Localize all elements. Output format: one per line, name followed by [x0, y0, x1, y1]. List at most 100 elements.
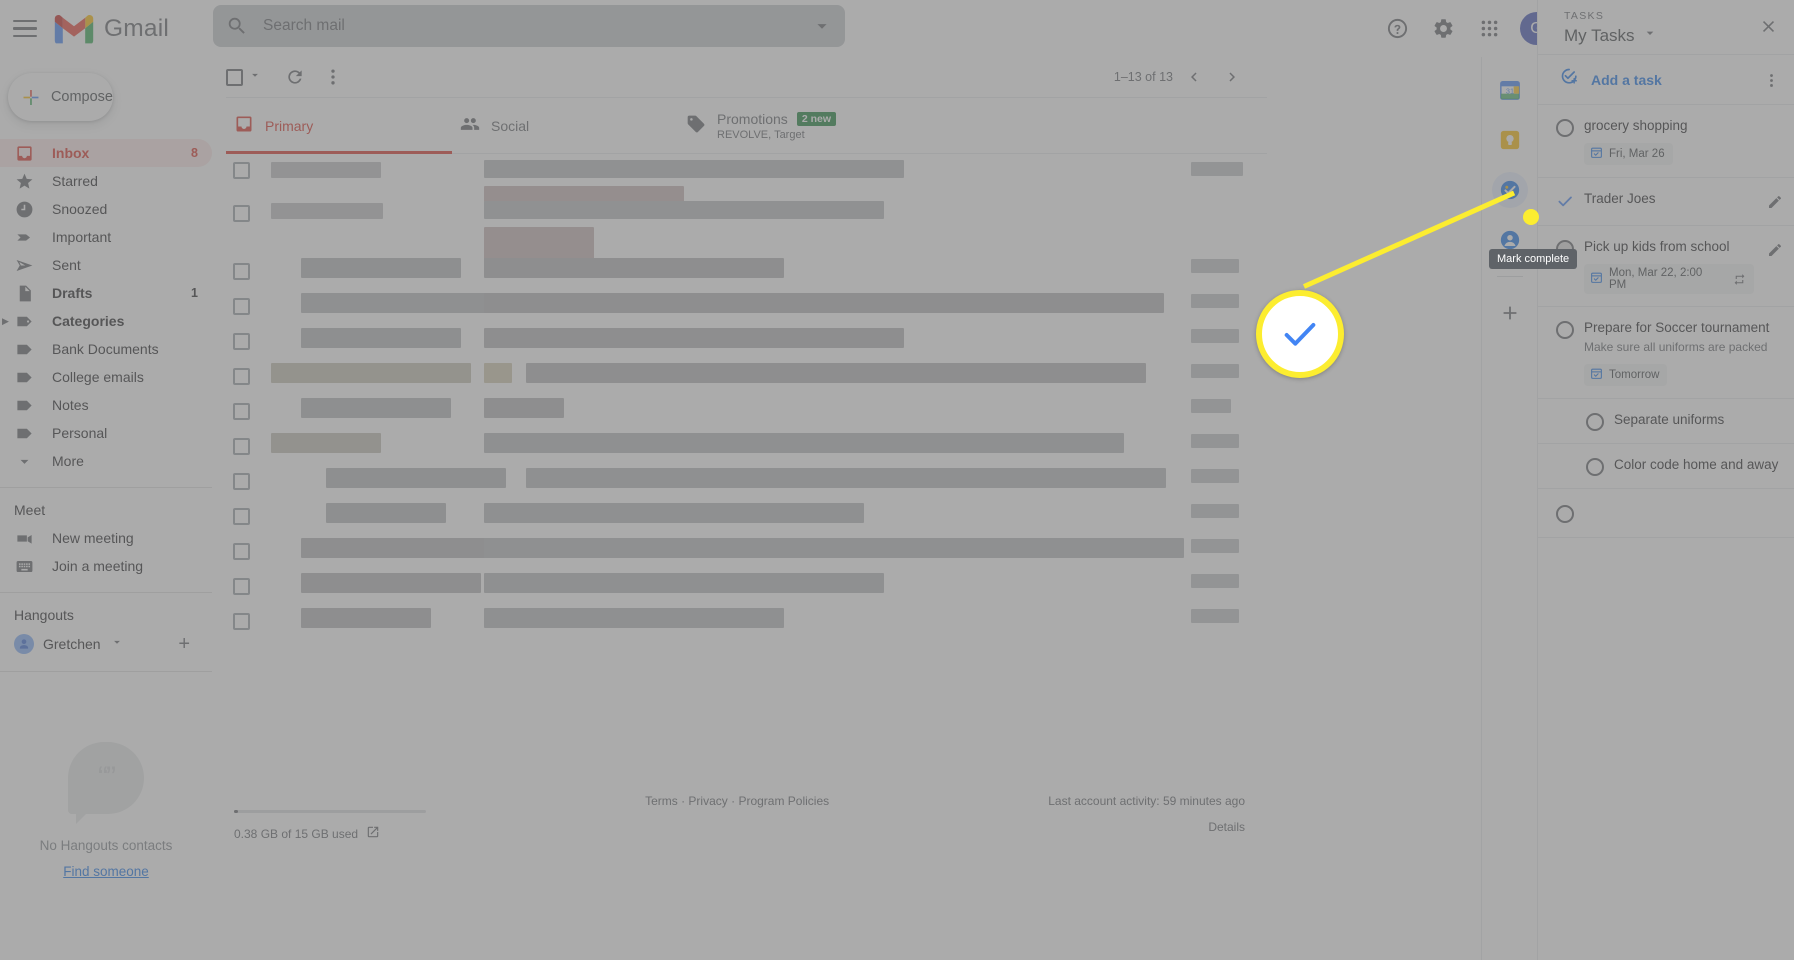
row-checkbox[interactable]: [233, 438, 250, 455]
checkbox-icon[interactable]: [226, 68, 243, 86]
sidebar-item-notes[interactable]: Notes: [0, 391, 212, 419]
details-link[interactable]: Details: [1048, 820, 1245, 834]
sidebar-item-personal[interactable]: Personal: [0, 419, 212, 447]
sidebar-item-college-emails[interactable]: College emails: [0, 363, 212, 391]
task-due-chip[interactable]: Mon, Mar 22, 2:00 PM: [1584, 264, 1754, 295]
select-all-checkbox[interactable]: [226, 68, 262, 87]
row-checkbox[interactable]: [233, 473, 250, 490]
table-row[interactable]: [226, 360, 1267, 395]
hamburger-icon[interactable]: [13, 19, 37, 38]
table-row[interactable]: [226, 395, 1267, 430]
task-due-chip[interactable]: Fri, Mar 26: [1584, 143, 1673, 166]
sidebar-item-bank-documents[interactable]: Bank Documents: [0, 335, 212, 363]
find-someone-link[interactable]: Find someone: [0, 864, 212, 879]
add-contact-button[interactable]: +: [178, 633, 190, 656]
sidebar-item-drafts[interactable]: Drafts 1: [0, 279, 212, 307]
sidebar-item-snoozed[interactable]: Snoozed: [0, 195, 212, 223]
sidebar-item-more[interactable]: More: [0, 447, 212, 475]
list-item[interactable]: grocery shopping Fri, Mar 26: [1538, 105, 1794, 179]
row-checkbox[interactable]: [233, 162, 250, 179]
sidebar-item-important[interactable]: Important: [0, 223, 212, 251]
plus-icon[interactable]: [1492, 295, 1528, 331]
hangouts-user-row[interactable]: Gretchen +: [0, 629, 212, 659]
table-row[interactable]: [226, 290, 1267, 325]
privacy-link[interactable]: Privacy: [688, 794, 727, 808]
close-icon[interactable]: [1754, 12, 1782, 40]
table-row[interactable]: [226, 255, 1267, 290]
table-row[interactable]: [226, 500, 1267, 535]
redacted-date: [1191, 434, 1239, 448]
tab-promotions[interactable]: Promotions 2 new REVOLVE, Target: [678, 98, 904, 153]
list-item[interactable]: Prepare for Soccer tournament Make sure …: [1538, 307, 1794, 399]
program-policies-link[interactable]: Program Policies: [738, 794, 829, 808]
list-item[interactable]: Color code home and away: [1538, 444, 1794, 489]
edit-icon[interactable]: [1764, 191, 1786, 213]
list-item[interactable]: Separate uniforms: [1538, 399, 1794, 444]
more-vertical-icon[interactable]: [1758, 67, 1784, 93]
search-bar[interactable]: [213, 5, 845, 47]
refresh-icon[interactable]: [276, 58, 314, 96]
tab-primary[interactable]: Primary: [226, 98, 452, 154]
search-input[interactable]: [261, 16, 799, 36]
table-row[interactable]: [226, 535, 1267, 570]
task-due-chip[interactable]: Tomorrow: [1584, 363, 1668, 386]
google-keep-icon[interactable]: [1492, 122, 1528, 158]
chevron-down-icon[interactable]: [248, 68, 262, 87]
add-task-button[interactable]: Add a task: [1538, 55, 1794, 104]
row-checkbox[interactable]: [233, 368, 250, 385]
table-row[interactable]: [226, 325, 1267, 360]
help-icon[interactable]: [1374, 6, 1420, 52]
sidebar-item-inbox[interactable]: Inbox 8: [0, 139, 212, 167]
table-row[interactable]: [226, 570, 1267, 605]
tasks-list-selector[interactable]: My Tasks: [1564, 25, 1780, 46]
list-item-empty[interactable]: [1538, 489, 1794, 537]
gear-icon[interactable]: [1420, 6, 1466, 52]
redacted-subject: [484, 503, 864, 523]
row-checkbox[interactable]: [233, 205, 250, 222]
task-complete-checkbox[interactable]: [1556, 321, 1574, 340]
edit-icon[interactable]: [1764, 239, 1786, 261]
chevron-down-icon[interactable]: [799, 15, 845, 37]
compose-button[interactable]: Compose: [8, 73, 113, 121]
chevron-right-icon[interactable]: [1215, 60, 1249, 94]
table-row[interactable]: [226, 154, 1267, 202]
task-complete-checkbox[interactable]: [1586, 412, 1604, 431]
chevron-right-icon[interactable]: ▶: [2, 316, 12, 327]
row-checkbox[interactable]: [233, 263, 250, 280]
chevron-down-icon[interactable]: [110, 635, 124, 654]
terms-link[interactable]: Terms: [645, 794, 678, 808]
task-complete-checkbox[interactable]: [1556, 192, 1574, 210]
row-checkbox[interactable]: [233, 333, 250, 350]
row-checkbox[interactable]: [233, 613, 250, 630]
row-checkbox[interactable]: [233, 543, 250, 560]
row-checkbox[interactable]: [233, 578, 250, 595]
table-row[interactable]: [226, 430, 1267, 465]
tab-social[interactable]: Social: [452, 98, 678, 153]
google-calendar-icon[interactable]: 31: [1492, 72, 1528, 108]
tasks-list-name: My Tasks: [1564, 25, 1635, 45]
table-row[interactable]: [226, 465, 1267, 500]
apps-grid-icon[interactable]: [1466, 6, 1512, 52]
row-checkbox[interactable]: [233, 508, 250, 525]
sidebar-item-join-meeting[interactable]: Join a meeting: [0, 552, 212, 580]
row-checkbox[interactable]: [233, 403, 250, 420]
search-icon[interactable]: [213, 15, 261, 37]
task-complete-checkbox[interactable]: [1586, 457, 1604, 476]
sidebar-item-label: Categories: [52, 313, 125, 329]
list-item[interactable]: Trader Joes: [1538, 178, 1794, 227]
chevron-down-icon[interactable]: [1642, 25, 1658, 46]
row-checkbox[interactable]: [233, 298, 250, 315]
sidebar-item-starred[interactable]: Starred: [0, 167, 212, 195]
table-row[interactable]: [226, 605, 1267, 640]
sidebar-item-categories[interactable]: ▶ Categories: [0, 307, 212, 335]
task-complete-checkbox[interactable]: [1556, 119, 1574, 137]
sidebar-item-sent[interactable]: Sent: [0, 251, 212, 279]
chevron-left-icon[interactable]: [1177, 60, 1211, 94]
table-row[interactable]: [226, 197, 1267, 261]
sidebar-item-new-meeting[interactable]: New meeting: [0, 524, 212, 552]
external-link-icon[interactable]: [366, 825, 380, 842]
task-complete-checkbox[interactable]: [1556, 504, 1574, 523]
sidebar-item-label: Drafts: [52, 285, 93, 301]
more-vertical-icon[interactable]: [314, 58, 352, 96]
tab-label: Promotions: [717, 110, 788, 127]
